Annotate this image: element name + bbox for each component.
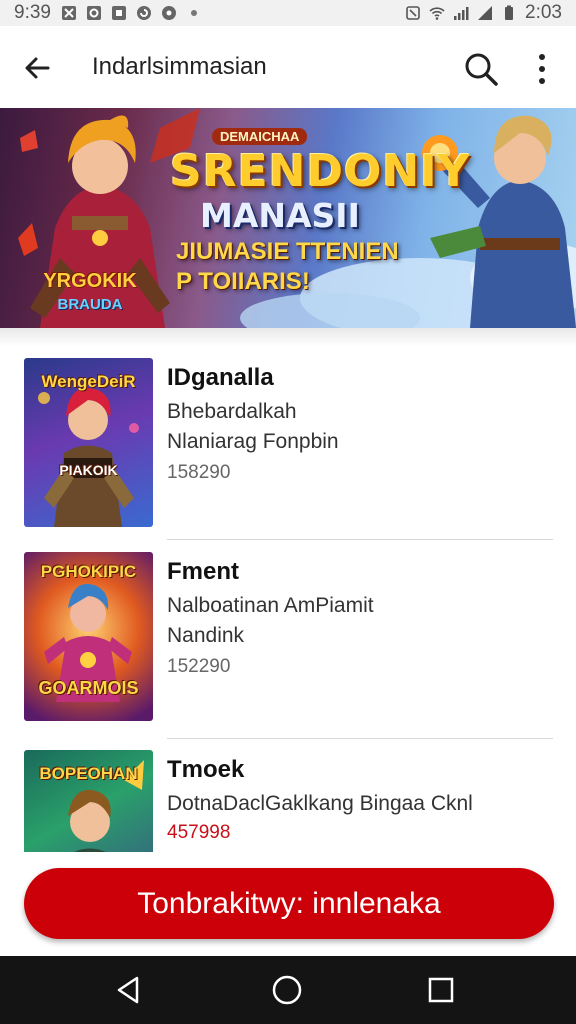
primary-action-button[interactable]: Tonbrakitwy: innlenaka [24,868,554,939]
item-count: 152290 [167,656,231,677]
list-item[interactable]: PGHOKIPIC GOARMOIS Fment Nalboatinan AmP… [0,540,576,736]
notification-app-icon [161,6,176,20]
nfc-icon [406,6,420,20]
game-thumbnail: WengeDeiR PIAKOIK [24,358,153,527]
item-description: Bhebardalkah [167,400,297,423]
item-count: 457998 [167,822,231,843]
item-description-2: Nlaniarag Fonpbin [167,430,339,453]
banner-title-2: MANASII [200,196,360,235]
app-bar: Indarlsimmasian [0,26,576,108]
banner-badge: DEMAICHAA [212,128,308,145]
notification-app-icon [136,6,151,20]
signal-2-icon [478,6,493,20]
game-thumbnail: BOPEOHAN [24,750,153,852]
item-title: IDganalla [167,364,274,391]
notification-dot-icon [190,10,197,16]
list-item[interactable]: BOPEOHAN Tmoek DotnaDaclGaklkang Bingaa … [0,738,576,852]
thumbnail-caption: GOARMOIS [38,678,139,698]
notification-icons [61,5,202,21]
item-description: Nalboatinan AmPiamit [167,594,374,617]
nav-back-icon[interactable] [113,974,145,1006]
page-title: Indarlsimmasian [92,53,267,80]
search-icon[interactable] [462,50,500,88]
item-title: Tmoek [167,756,245,783]
item-description-2: Nandink [167,624,245,647]
game-thumbnail: PGHOKIPIC GOARMOIS [24,552,153,721]
notification-app-icon [61,6,76,20]
nav-recents-icon[interactable] [425,974,457,1006]
system-icons: 2:03 [405,2,562,24]
item-count: 158290 [167,462,231,483]
status-clock: 2:03 [525,2,562,23]
banner-shadow [0,328,576,346]
notification-app-icon [111,6,126,20]
promo-banner[interactable]: DEMAICHAA SRENDONIY MANASII JIUMASIE TTE… [0,108,576,328]
banner-logo-line2: BRAUDA [57,296,123,313]
status-bar: 9:39 2:03 [0,0,576,26]
wifi-icon [429,7,445,20]
banner-subtitle-2: P TOIIARIS! [176,268,310,295]
item-description: DotnaDaclGaklkang Bingaa Cknl [167,792,473,815]
item-title: Fment [167,558,239,585]
nav-home-icon[interactable] [271,974,303,1006]
banner-logo: YRGOKIK BRAUDA [30,268,150,323]
more-vert-icon[interactable] [530,50,554,88]
thumbnail-title: PGHOKIPIC [40,562,137,581]
banner-logo-line1: YRGOKIK [43,270,137,292]
game-list: WengeDeiR PIAKOIK IDganalla Bhebardalkah… [0,346,576,852]
arrow-back-icon[interactable] [20,51,54,85]
notification-app-icon [86,6,101,20]
system-nav-bar [0,956,576,1024]
list-item[interactable]: WengeDeiR PIAKOIK IDganalla Bhebardalkah… [0,346,576,542]
thumbnail-title: BOPEOHAN [39,764,138,783]
status-time: 9:39 [14,2,51,23]
banner-title: SRENDONIY [170,146,471,197]
banner-subtitle: JIUMASIE TTENIEN [176,238,399,265]
battery-icon [505,5,514,20]
signal-icon [454,7,469,20]
thumbnail-title: WengeDeiR [41,372,136,391]
thumbnail-caption: PIAKOIK [59,462,118,478]
